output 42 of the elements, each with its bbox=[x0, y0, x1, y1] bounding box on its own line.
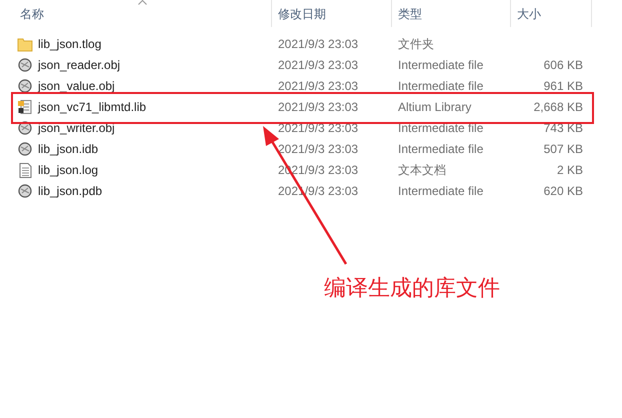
column-header[interactable]: 类型 bbox=[398, 4, 422, 22]
column-header[interactable]: 修改日期 bbox=[278, 4, 326, 22]
file-size: 961 KB bbox=[544, 78, 583, 94]
file-name[interactable]: lib_json.idb bbox=[38, 140, 98, 158]
file-size: 620 KB bbox=[544, 182, 583, 200]
file-size: 606 KB bbox=[544, 56, 583, 74]
date-modified: 2021/9/3 23:03 bbox=[278, 100, 358, 114]
file-name[interactable]: json_vc71_libmtd.lib bbox=[38, 98, 146, 116]
file-name[interactable]: json_writer.obj bbox=[38, 118, 115, 136]
file-type: Intermediate file bbox=[398, 58, 484, 72]
object-file-icon bbox=[17, 120, 33, 136]
date-modified: 2021/9/3 23:03 bbox=[278, 78, 358, 92]
file-type: Intermediate file bbox=[398, 78, 484, 92]
annotation-text: 编译生成的库文件 bbox=[324, 275, 500, 303]
file-type: Intermediate file bbox=[398, 120, 484, 134]
library-file-icon bbox=[17, 98, 33, 114]
file-size: 2 KB bbox=[556, 162, 583, 178]
date-modified: 2021/9/3 23:03 bbox=[278, 142, 358, 156]
file-name[interactable]: json_value.obj bbox=[38, 76, 115, 94]
date-modified: 2021/9/3 23:03 bbox=[278, 58, 358, 72]
file-type: Intermediate file bbox=[398, 184, 484, 198]
file-type: 文本文档 bbox=[398, 162, 446, 176]
date-modified: 2021/9/3 23:03 bbox=[278, 120, 358, 134]
object-file-icon bbox=[17, 140, 33, 156]
file-size: 2,668 KB bbox=[534, 98, 583, 116]
object-file-icon bbox=[17, 182, 33, 198]
file-name[interactable]: lib_json.log bbox=[38, 160, 98, 178]
text-file-icon bbox=[17, 162, 33, 178]
file-name[interactable]: lib_json.pdb bbox=[38, 182, 102, 200]
file-size: 743 KB bbox=[544, 120, 583, 136]
column-header[interactable]: 名称 bbox=[20, 4, 44, 22]
object-file-icon bbox=[17, 56, 33, 72]
file-type: Altium Library bbox=[398, 100, 472, 114]
date-modified: 2021/9/3 23:03 bbox=[278, 36, 358, 50]
folder-icon bbox=[17, 36, 33, 52]
file-type: 文件夹 bbox=[398, 36, 434, 50]
file-name[interactable]: lib_json.tlog bbox=[38, 34, 102, 52]
file-name[interactable]: json_reader.obj bbox=[38, 56, 120, 74]
object-file-icon bbox=[17, 78, 33, 94]
column-header[interactable]: 大小 bbox=[517, 4, 541, 22]
file-type: Intermediate file bbox=[398, 142, 484, 156]
file-size: 507 KB bbox=[544, 140, 583, 158]
